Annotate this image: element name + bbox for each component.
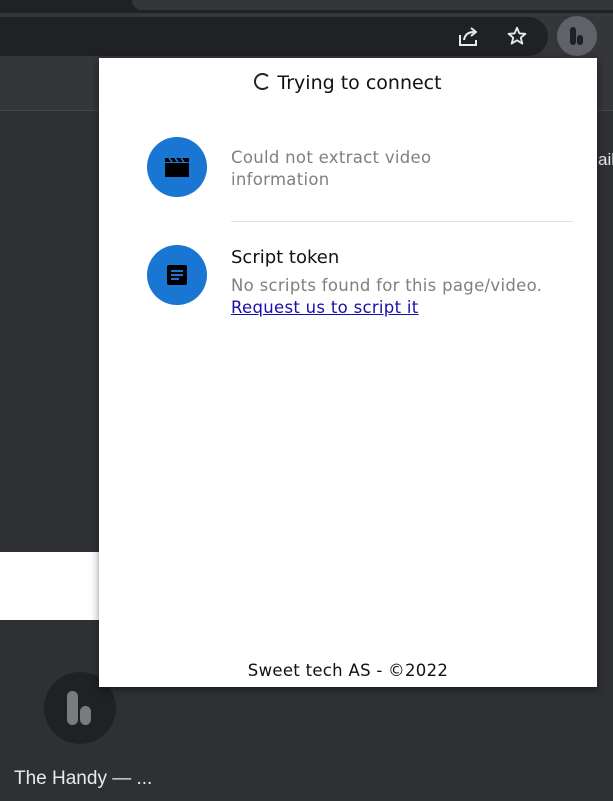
video-info-message: Could not extract video information	[231, 148, 432, 189]
handy-logo-icon	[67, 691, 91, 725]
share-icon	[459, 27, 477, 46]
document-icon	[167, 265, 187, 285]
handy-extension-icon	[570, 27, 583, 45]
script-icon-badge	[147, 245, 207, 305]
active-tab-edge	[132, 0, 613, 10]
handy-extension-button[interactable]	[557, 16, 597, 56]
clapperboard-icon	[165, 157, 189, 177]
request-script-link[interactable]: Request us to script it	[231, 298, 419, 317]
extension-popup: Trying to connect Could not extract vide…	[99, 58, 597, 687]
video-icon-badge	[147, 137, 207, 197]
divider	[231, 221, 573, 222]
status-text: Trying to connect	[277, 72, 442, 94]
script-token-title: Script token	[231, 247, 340, 268]
connection-status: Trying to connect	[99, 72, 597, 94]
star-icon	[507, 26, 527, 45]
bookmark-button[interactable]	[500, 19, 534, 53]
script-status-text: No scripts found for this page/video.	[231, 276, 543, 295]
partial-page-text: ail	[598, 150, 613, 169]
share-button[interactable]	[452, 19, 486, 53]
spinner-icon	[254, 73, 272, 90]
popup-footer: Sweet tech AS - ©2022	[247, 661, 449, 680]
page-content-block	[0, 552, 100, 620]
app-tile-title[interactable]: The Handy — ...	[14, 768, 152, 790]
